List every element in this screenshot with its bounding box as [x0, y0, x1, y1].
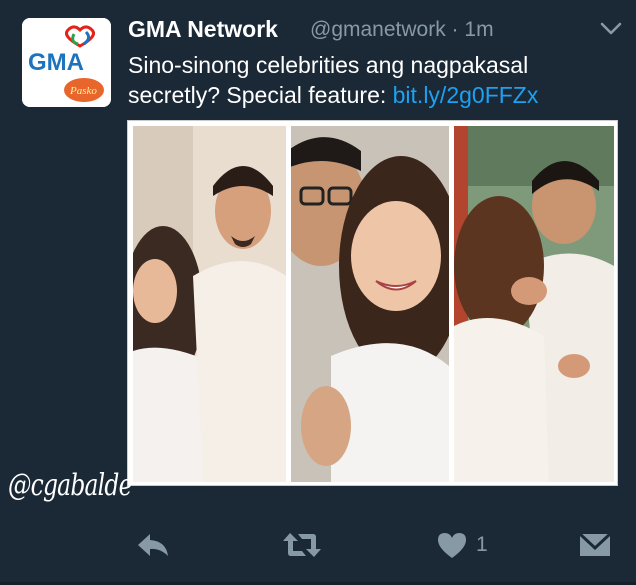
reply-button[interactable] [136, 528, 170, 562]
heart-icon [438, 533, 466, 558]
like-count: 1 [476, 533, 488, 556]
media-panel-2[interactable] [291, 126, 449, 482]
separator: · [451, 18, 459, 41]
couple-photo-2 [291, 126, 449, 482]
author-handle[interactable]: @gmanetwork [310, 18, 446, 41]
watermark-text: @cgabalde [8, 468, 132, 503]
direct-message-button[interactable] [578, 528, 612, 562]
author-name[interactable]: GMA Network [128, 16, 278, 43]
envelope-icon [578, 532, 612, 556]
couple-photo-1 [133, 126, 286, 482]
tweet-header: GMA Network @gmanetwork · 1m [128, 14, 623, 48]
tweet-link[interactable]: bit.ly/2g0FFZx [393, 82, 539, 108]
tweet-actions: 1 [0, 520, 636, 570]
timestamp[interactable]: 1m [464, 18, 493, 41]
logo-text: GMA [28, 49, 84, 76]
like-button[interactable]: 1 [436, 528, 488, 562]
logo-subtext: Pasko [69, 85, 97, 97]
media-panel-3[interactable] [454, 126, 614, 482]
couple-photo-3 [454, 126, 614, 482]
retweet-button[interactable] [282, 528, 322, 562]
avatar[interactable]: GMA Pasko [22, 18, 111, 107]
media-panel-1[interactable] [133, 126, 286, 482]
tweet-text: Sino-sinong celebrities ang nagpakasal s… [128, 50, 623, 110]
retweet-icon [283, 533, 321, 557]
author-handle-line: @gmanetwork · 1m [310, 18, 494, 42]
chevron-down-icon[interactable] [599, 20, 623, 38]
reply-icon [138, 534, 168, 556]
gma-logo-icon: GMA Pasko [22, 18, 111, 107]
tweet-media[interactable] [127, 120, 618, 486]
